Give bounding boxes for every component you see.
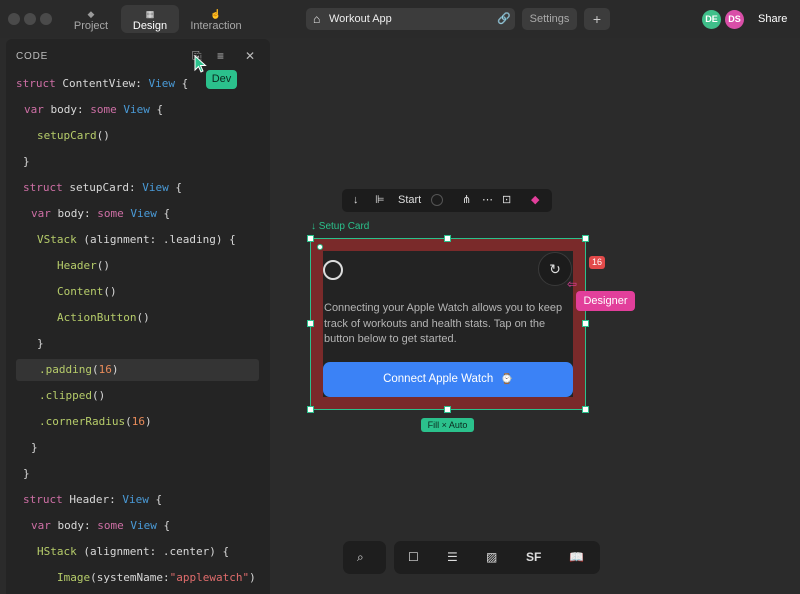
- align-left-icon[interactable]: ⊫: [375, 194, 385, 207]
- resize-handle[interactable]: [444, 235, 451, 242]
- component-icon[interactable]: ⋔: [462, 194, 471, 207]
- code-line: Header(): [57, 259, 110, 272]
- cursor-icon: ☝: [210, 9, 222, 19]
- settings-sliders-icon[interactable]: ≡: [217, 49, 224, 63]
- resize-handle[interactable]: [307, 406, 314, 413]
- connect-apple-watch-button[interactable]: Connect Apple Watch ⌚: [323, 362, 573, 397]
- close-icon[interactable]: ✕: [245, 49, 255, 63]
- add-button[interactable]: +: [584, 8, 610, 30]
- code-line: struct Header: View {: [23, 493, 163, 506]
- code-line: Content(): [57, 285, 117, 298]
- arrow-down-icon[interactable]: ↓: [353, 194, 359, 207]
- code-line: .cornerRadius(16): [39, 415, 152, 428]
- resize-handle[interactable]: [307, 320, 314, 327]
- resize-handle[interactable]: [582, 320, 589, 327]
- code-line: }: [31, 441, 38, 454]
- top-bar: ◆ Project ▦ Design ☝ Interaction ⌂ Worko…: [0, 0, 800, 38]
- code-panel-title: CODE: [16, 51, 49, 62]
- avatar[interactable]: DS: [725, 10, 744, 29]
- padding-badge: 16: [589, 256, 605, 269]
- circle-icon[interactable]: [431, 194, 443, 206]
- settings-button[interactable]: Settings: [522, 8, 577, 30]
- code-line: HStack (alignment: .center) {: [37, 545, 230, 558]
- resize-handle[interactable]: [582, 235, 589, 242]
- resize-handle[interactable]: [582, 406, 589, 413]
- code-line: ActionButton(): [57, 311, 150, 324]
- code-line: struct setupCard: View {: [23, 181, 182, 194]
- code-line: .clipped(): [39, 389, 106, 402]
- home-icon: ⌂: [313, 12, 321, 26]
- code-line: var body: some View {: [24, 103, 164, 116]
- code-line: struct ContentView: View {: [16, 77, 189, 90]
- bottom-toolbar: ☐ ☰ ▨ SF 📖: [394, 541, 600, 574]
- tab-interaction[interactable]: ☝ Interaction: [182, 5, 250, 33]
- resize-handle[interactable]: [307, 235, 314, 242]
- tab-design[interactable]: ▦ Design: [121, 5, 179, 33]
- rotation-handle[interactable]: [317, 244, 323, 250]
- code-line: }: [23, 467, 30, 480]
- frame-label[interactable]: ↓ Setup Card: [311, 221, 369, 232]
- share-button[interactable]: Share: [758, 13, 787, 25]
- more-icon[interactable]: ⋯: [482, 194, 493, 207]
- applewatch-icon: [323, 260, 343, 280]
- bottom-toolbar-search: ⌕: [343, 541, 386, 574]
- search-icon[interactable]: ⌕: [357, 550, 364, 564]
- window-minimize-button[interactable]: [24, 13, 36, 25]
- code-line: VStack (alignment: .leading) {: [37, 233, 236, 246]
- book-icon[interactable]: 📖: [569, 550, 584, 564]
- code-panel: CODE ⎘ ≡ ✕ struct ContentView: View { va…: [6, 39, 270, 594]
- image-icon[interactable]: ▨: [486, 550, 497, 564]
- cursor-pointer-icon: [194, 55, 207, 73]
- code-line: var body: some View {: [31, 519, 171, 532]
- cube-3d-icon[interactable]: ◆: [531, 194, 539, 207]
- project-title: Workout App: [329, 13, 392, 25]
- code-line: }: [23, 155, 30, 168]
- layout-icon: ▦: [145, 9, 155, 19]
- designer-cursor-tag: Designer: [576, 291, 635, 311]
- project-address-bar[interactable]: ⌂ Workout App 🔗: [306, 8, 515, 30]
- sf-symbols-button[interactable]: SF: [526, 550, 541, 564]
- code-line-highlighted: .padding(16): [16, 359, 259, 381]
- cube-icon: ◆: [87, 9, 95, 19]
- code-line: var body: some View {: [31, 207, 171, 220]
- alignment-start-label[interactable]: Start: [398, 194, 421, 207]
- text-icon[interactable]: ☰: [447, 550, 458, 564]
- code-line: setupCard(): [37, 129, 110, 142]
- rectangle-icon[interactable]: ☐: [408, 550, 419, 564]
- tab-project[interactable]: ◆ Project: [62, 5, 120, 33]
- watch-icon: ⌚: [500, 374, 513, 385]
- frame-icon[interactable]: ⊡: [502, 194, 511, 207]
- designer-cursor-arrow-icon: ⇦: [567, 277, 578, 291]
- card-description: Connecting your Apple Watch allows you t…: [324, 302, 563, 345]
- avatar[interactable]: DE: [702, 10, 721, 29]
- size-badge: Fill × Auto: [421, 418, 474, 432]
- window-close-button[interactable]: [8, 13, 20, 25]
- element-toolbar: ↓ ⊫ Start ⋔ ⋯ ⊡ ◆: [342, 189, 552, 212]
- code-line: Image(systemName:"applewatch"): [57, 571, 256, 584]
- code-line: }: [37, 337, 44, 350]
- window-zoom-button[interactable]: [40, 13, 52, 25]
- dev-tooltip: Dev: [206, 70, 237, 89]
- link-icon[interactable]: 🔗: [497, 8, 511, 30]
- resize-handle[interactable]: [444, 406, 451, 413]
